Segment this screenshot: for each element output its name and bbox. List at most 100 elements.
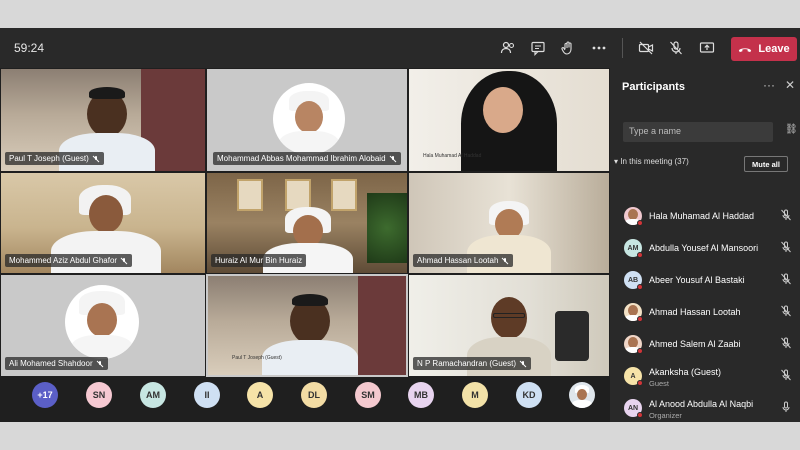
teams-meeting-window: 59:24 Leave Paul T Joseph (Guest) Mohamm… (0, 28, 800, 422)
mic-icon (502, 257, 509, 264)
invite-search-input[interactable]: Type a name (623, 122, 773, 142)
participants-panel: Participants ··· ✕ Type a name ⛓ ▾ In th… (610, 68, 800, 422)
participant-avatar[interactable]: M (462, 382, 488, 408)
presence-status-icon (637, 316, 643, 322)
participant-role: Organizer (649, 411, 682, 420)
participant-head (491, 297, 527, 339)
in-meeting-section-header[interactable]: ▾ In this meeting (37) (614, 157, 689, 166)
mic-muted-icon[interactable] (780, 241, 792, 253)
eyeglasses (493, 313, 525, 318)
participant-avatar[interactable]: AM (140, 382, 166, 408)
video-tile[interactable]: Paul T Joseph (Guest) (206, 274, 408, 377)
mic-off-icon[interactable] (665, 37, 687, 59)
video-tile[interactable]: Huraiz Al Mur Bin Huraiz (206, 172, 408, 274)
mic-muted-icon[interactable] (780, 273, 792, 285)
video-tile[interactable]: Paul T Joseph (Guest) (0, 68, 206, 172)
participant-avatar[interactable]: II (194, 382, 220, 408)
share-screen-icon[interactable] (696, 37, 718, 59)
raise-hand-icon[interactable] (557, 37, 579, 59)
participant-name: Abeer Yousuf Al Bastaki (649, 275, 745, 285)
mic-icon (92, 155, 100, 162)
participant-avatar (273, 83, 345, 155)
mic-muted-icon[interactable] (780, 209, 792, 221)
participant-face (89, 195, 123, 233)
mic-icon (389, 155, 396, 162)
tile-name-label: Huraiz Al Mur Bin Huraiz (211, 254, 307, 267)
office-plant (367, 193, 407, 263)
participant-kandura (71, 335, 133, 359)
participant-face (87, 303, 117, 337)
participant-face (295, 101, 323, 133)
chat-icon[interactable] (527, 37, 549, 59)
tile-name-label: Mohammad Abbas Mohammad Ibrahim Alobaid (213, 152, 401, 165)
mic-muted-icon[interactable] (780, 305, 792, 317)
presence-status-icon (637, 252, 643, 258)
participant-row[interactable]: AN Al Anood Abdulla Al Naqbi Organizer (610, 393, 800, 422)
tile-name-label: Hala Muhamad Al Haddad (423, 153, 482, 159)
toolbar-divider (622, 38, 623, 58)
participant-row[interactable]: Ahmad Hassan Lootah (610, 297, 800, 327)
close-icon[interactable]: ✕ (785, 78, 795, 92)
mic-icon (120, 257, 128, 264)
video-tile[interactable]: Ali Mohamed Shahdoor (0, 274, 206, 377)
overflow-participant-strip: +17 SN AM II A DL SM MB M KD (0, 377, 610, 422)
phone-hangup-icon (739, 47, 752, 52)
video-grid: Paul T Joseph (Guest) Mohammad Abbas Moh… (0, 68, 610, 377)
participant-row[interactable]: AB Abeer Yousuf Al Bastaki (610, 265, 800, 295)
leave-button[interactable]: Leave (731, 37, 797, 61)
presence-status-icon (637, 284, 643, 290)
participant-name: Hala Muhamad Al Haddad (649, 211, 755, 221)
participant-avatar[interactable]: SN (86, 382, 112, 408)
video-tile[interactable]: Ahmad Hassan Lootah (408, 172, 610, 274)
participants-icon[interactable] (497, 37, 519, 59)
mute-all-button[interactable]: Mute all (744, 156, 788, 172)
participant-avatar[interactable]: KD (516, 382, 542, 408)
participant-row[interactable]: Hala Muhamad Al Haddad (610, 201, 800, 231)
mic-icon[interactable] (780, 401, 792, 413)
participant-avatar[interactable]: DL (301, 382, 327, 408)
more-actions-icon[interactable] (588, 37, 610, 59)
participant-name: Ahmed Salem Al Zaabi (649, 339, 741, 349)
mic-muted-icon[interactable] (780, 337, 792, 349)
video-tile[interactable]: N P Ramachandran (Guest) (408, 274, 610, 377)
curtain (358, 276, 406, 375)
participant-avatar (65, 285, 139, 359)
participant-row[interactable]: A Akanksha (Guest) Guest (610, 361, 800, 391)
participant-avatar[interactable]: SM (355, 382, 381, 408)
participant-row[interactable]: AM Abdulla Yousef Al Mansoori (610, 233, 800, 263)
video-tile[interactable]: Mohammed Aziz Abdul Ghafor (0, 172, 206, 274)
tile-name-label: N P Ramachandran (Guest) (413, 357, 532, 370)
wall-portrait (331, 179, 357, 211)
participant-avatar[interactable] (569, 382, 595, 408)
presence-status-icon (637, 348, 643, 354)
meeting-toolbar: 59:24 Leave (0, 28, 800, 68)
office-chair (555, 311, 589, 361)
participant-list: Hala Muhamad Al Haddad AM Abdulla Yousef A… (610, 201, 800, 422)
presence-status-icon (637, 380, 643, 386)
panel-title: Participants (622, 81, 685, 93)
participant-name: Al Anood Abdulla Al Naqbi (649, 399, 754, 409)
participant-name: Ahmad Hassan Lootah (649, 307, 741, 317)
presence-status-icon (637, 412, 643, 418)
leave-label: Leave (758, 43, 790, 55)
video-tile[interactable]: Hala Muhamad Al Haddad (408, 68, 610, 172)
participant-name: Abdulla Yousef Al Mansoori (649, 243, 759, 253)
mic-muted-icon[interactable] (780, 369, 792, 381)
more-participants-badge[interactable]: +17 (32, 382, 58, 408)
participant-kandura (572, 400, 592, 408)
participant-kandura (51, 231, 161, 273)
participant-avatar[interactable]: MB (408, 382, 434, 408)
participant-row[interactable]: Ahmed Salem Al Zaabi (610, 329, 800, 359)
meeting-timer: 59:24 (14, 41, 45, 55)
panel-more-icon[interactable]: ··· (763, 78, 775, 92)
camera-off-icon[interactable] (635, 37, 657, 59)
tile-name-label: Paul T Joseph (Guest) (5, 152, 104, 165)
mic-icon (519, 360, 527, 367)
tile-name-label: Ahmad Hassan Lootah (413, 254, 514, 267)
wall-portrait (237, 179, 263, 211)
participant-hair (89, 87, 125, 99)
participant-avatar[interactable]: A (247, 382, 273, 408)
share-invite-icon[interactable]: ⛓ (785, 124, 798, 135)
video-tile[interactable]: Mohammad Abbas Mohammad Ibrahim Alobaid (206, 68, 408, 172)
participant-role: Guest (649, 379, 670, 388)
